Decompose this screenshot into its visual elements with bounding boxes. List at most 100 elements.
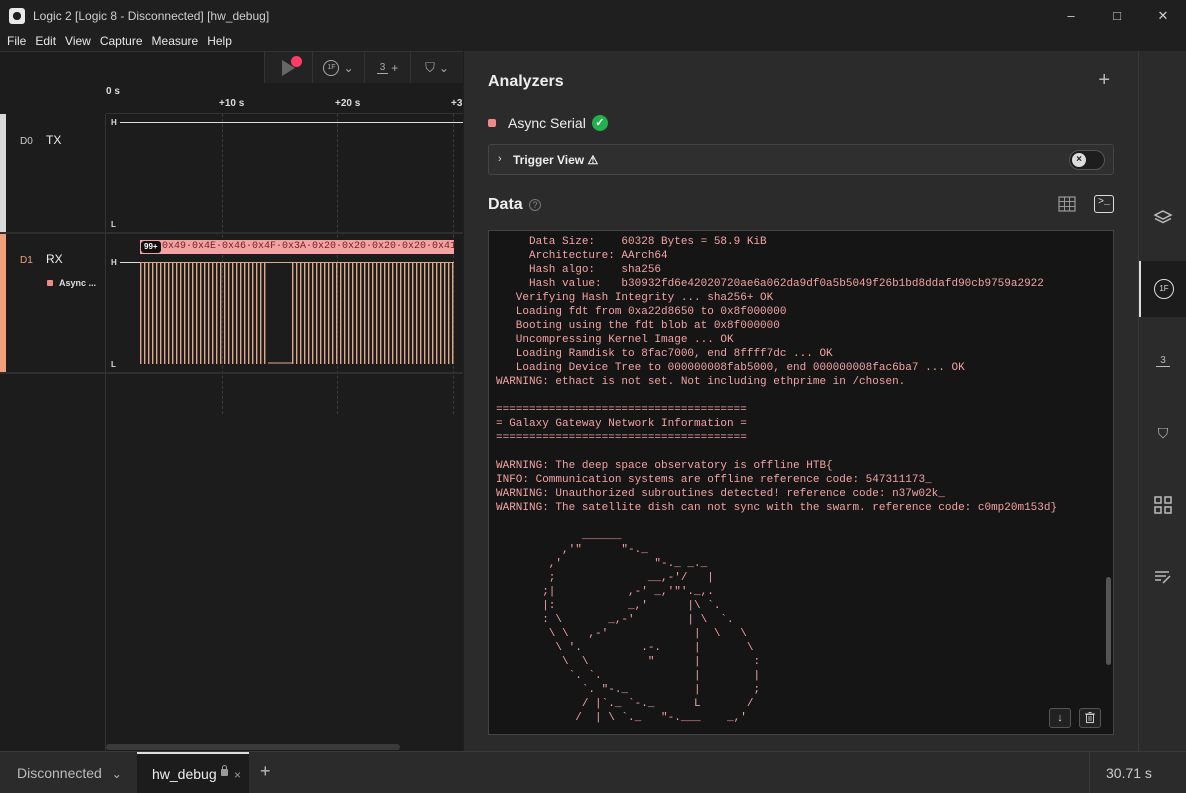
horizontal-scrollbar[interactable] [106,744,400,750]
menu-file[interactable]: File [7,34,26,48]
connection-status[interactable]: Disconnected ⌄ [17,765,122,781]
add-tab-button[interactable]: + [260,761,271,782]
terminal-scrollbar[interactable] [1106,577,1111,665]
terminal-line: Uncompressing Kernel Image ... OK [496,334,734,346]
terminal-line: ====================================== [496,432,747,444]
analyzer-item[interactable]: Async Serial ✓ [488,115,608,131]
clear-terminal-button[interactable] [1079,708,1101,728]
terminal-line: Loading Ramdisk to 8fac7000, end 8ffff7d… [496,348,833,360]
connection-label: Disconnected [17,765,102,781]
terminal-line: WARNING: The deep space observatory is o… [496,460,833,472]
capture-duration: 30.71 s [1089,752,1186,793]
high-label: H [111,258,117,267]
trash-icon [1085,712,1095,723]
channel-color-bar [0,114,6,232]
scroll-to-bottom-button[interactable]: ↓ [1049,708,1071,728]
trigger-view-section[interactable]: › Trigger View ⚠ × [488,144,1114,175]
terminal-line: Loading fdt from 0xa22d8650 to 0x8f00000… [496,306,787,318]
tick-label: 0 s [106,86,120,97]
close-button[interactable]: ✕ [1140,0,1186,31]
analyzer-name: Async Serial [508,115,586,131]
time-ruler[interactable]: 0 s +10 s +20 s +3 [106,83,463,114]
marker-icon: ⛉ [1157,424,1169,441]
add-analyzer-button[interactable]: + [1098,69,1110,92]
terminal-line: Verifying Hash Integrity ... sha256+ OK [496,292,774,304]
channel-color-bar [0,234,6,372]
status-bar: Disconnected ⌄ hw_debug × + 30.71 s [0,751,1186,793]
sidebar-item-extensions[interactable] [1139,477,1186,533]
channel-number: D1 [20,255,33,266]
terminal-text: Data Size: 60328 Bytes = 58.9 KiB Archit… [496,235,1057,725]
chevron-down-icon: ⌄ [111,767,122,781]
timing-marker-button[interactable]: 3 + [365,52,411,83]
terminal-line: Architecture: AArch64 [496,250,668,262]
sidebar-item-analyzers[interactable]: 1F [1139,261,1186,317]
app-logo-icon [9,7,25,24]
data-title: Data [488,196,523,213]
tab-close-icon[interactable]: × [234,768,241,782]
terminal-line: ,'" "-._ [496,544,648,556]
terminal-line: Data Size: 60328 Bytes = 58.9 KiB [496,236,767,248]
decoded-bytes-text: 0x49·0x4E·0x46·0x4F·0x3A·0x20·0x20·0x20·… [162,241,454,252]
terminal-line: ; __,-'/ | [496,572,714,584]
window-title: Logic 2 [Logic 8 - Disconnected] [hw_deb… [33,8,270,23]
timing-icon: 3 [376,62,389,74]
start-capture-button[interactable] [265,52,313,83]
channel-label-d0[interactable]: D0 TX [0,114,106,232]
terminal-line: : \ _,-' | \ `. [496,614,734,626]
minimize-button[interactable]: – [1048,0,1094,31]
channel-number: D0 [20,136,33,147]
sidebar-item-timing[interactable]: 3 [1139,333,1186,389]
capture-toolbar: 1F ⌄ 3 + ⛉ ⌄ [264,52,463,83]
channel-name: TX [46,133,62,147]
menu-view[interactable]: View [65,34,91,48]
help-icon[interactable]: ? [529,199,541,211]
terminal-line: ====================================== [496,404,747,416]
tx-signal-line [120,122,463,123]
analyzer-dot-icon [47,280,53,286]
analyzers-title: Analyzers [488,73,564,90]
trigger-view-toggle[interactable]: × [1069,150,1105,170]
trigger-mode-button[interactable]: 1F ⌄ [313,52,365,83]
measurement-button[interactable]: ⛉ ⌄ [411,52,463,83]
menu-edit[interactable]: Edit [35,34,56,48]
maximize-button[interactable]: □ [1094,0,1140,31]
chevron-down-icon: ⌄ [343,60,354,75]
terminal-line: / | \ `._ "-.___ _,' [496,712,747,724]
check-circle-icon: ✓ [591,115,608,131]
rx-idle-line [120,262,140,263]
menu-capture[interactable]: Capture [100,34,143,48]
overflow-count-badge: 99+ [141,241,161,253]
sidebar-item-notes[interactable] [1139,549,1186,605]
terminal-line: WARNING: Unauthorized subroutines detect… [496,488,945,500]
terminal-line: `. `. | | [496,670,761,682]
terminal-output[interactable]: Data Size: 60328 Bytes = 58.9 KiB Archit… [488,230,1114,735]
channel-row-d1[interactable]: D1 RX Async ... 99+ 0x49·0x4E·0x46·0x4F·… [0,234,463,374]
sidebar-item-markers[interactable]: ⛉ [1139,405,1186,461]
analyzer-color-icon [488,119,496,127]
menu-help[interactable]: Help [207,34,232,48]
tick-label: +3 [451,98,463,109]
menu-bar: File Edit View Capture Measure Help [0,31,1186,51]
channel-label-d1[interactable]: D1 RX Async ... [0,234,106,372]
table-view-icon[interactable] [1058,196,1076,212]
sidebar-item-layers[interactable] [1139,189,1186,245]
low-label: L [111,360,116,369]
marker-icon: ⛉ [425,59,435,75]
terminal-line: \ '. .-. | \ [496,642,754,654]
title-bar: Logic 2 [Logic 8 - Disconnected] [hw_deb… [0,0,1186,31]
tab-hw-debug[interactable]: hw_debug × [137,752,249,793]
terminal-line: Hash algo: sha256 [496,264,662,276]
menu-measure[interactable]: Measure [152,34,199,48]
timing-icon: 3 [1156,355,1170,367]
channel-row-d0[interactable]: D0 TX H L [0,114,463,234]
high-label: H [111,118,117,127]
terminal-line: Hash value: b30932fd6e42020720ae6a062da9… [496,278,1044,290]
terminal-view-icon[interactable]: >_ [1094,195,1114,213]
right-sidebar: 1F 3 ⛉ [1138,51,1186,751]
terminal-line: |: _,' |\ `. [496,600,721,612]
low-label: L [111,220,116,229]
decoded-data-bar[interactable]: 99+ 0x49·0x4E·0x46·0x4F·0x3A·0x20·0x20·0… [140,240,454,254]
